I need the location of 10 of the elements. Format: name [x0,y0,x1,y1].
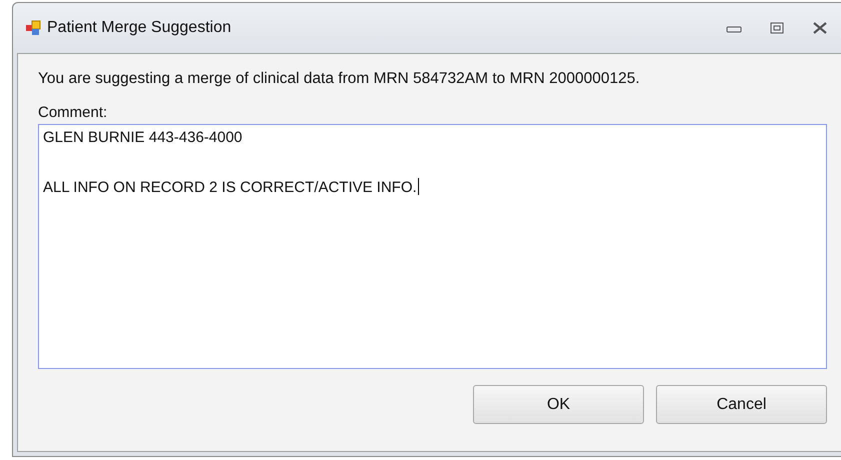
window-title: Patient Merge Suggestion [47,19,232,37]
ok-button[interactable]: OK [473,385,644,424]
comment-label: Comment: [38,104,108,123]
comment-field[interactable]: GLEN BURNIE 443-436-4000 ALL INFO ON RECORD 2 IS CORRECT/ACTIVE INFO. [38,124,827,369]
maximize-icon[interactable] [770,22,784,34]
text-cursor [418,178,419,195]
cancel-button[interactable]: Cancel [656,385,827,424]
app-icon [25,20,41,36]
close-icon[interactable] [812,22,828,34]
merge-message: You are suggesting a merge of clinical data from MRN 584732AM to MRN 2000000125. [38,70,641,89]
